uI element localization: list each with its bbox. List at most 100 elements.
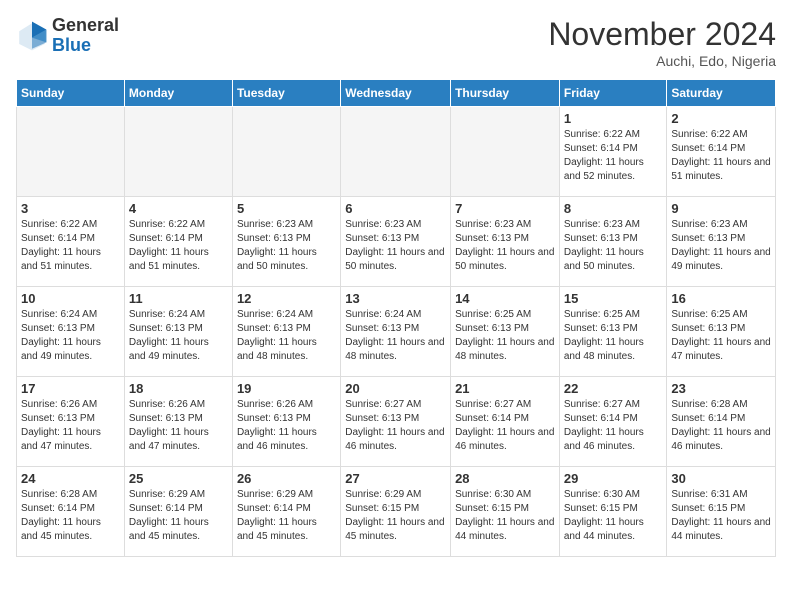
calendar-week-row: 10 Sunrise: 6:24 AMSunset: 6:13 PMDayligh… <box>17 287 776 377</box>
day-info: Sunrise: 6:27 AMSunset: 6:14 PMDaylight:… <box>455 398 555 454</box>
calendar-day-cell: 1 Sunrise: 6:22 AMSunset: 6:14 PMDaylight… <box>559 107 667 197</box>
day-number: 3 <box>21 201 120 216</box>
calendar-day-cell: 15 Sunrise: 6:25 AMSunset: 6:13 PMDayligh… <box>559 287 667 377</box>
calendar-day-cell: 22 Sunrise: 6:27 AMSunset: 6:14 PMDayligh… <box>559 377 667 467</box>
day-info: Sunrise: 6:23 AMSunset: 6:13 PMDaylight:… <box>455 218 555 274</box>
day-number: 13 <box>345 291 446 306</box>
day-number: 4 <box>129 201 228 216</box>
calendar-day-cell: 26Sunrise: 6:29 AMSunset: 6:14 PMDayligh… <box>232 467 340 557</box>
calendar-day-cell: 7 Sunrise: 6:23 AMSunset: 6:13 PMDaylight… <box>451 197 560 287</box>
day-number: 21 <box>455 381 555 396</box>
calendar-week-row: 3 Sunrise: 6:22 AMSunset: 6:14 PMDaylight… <box>17 197 776 287</box>
calendar-day-cell <box>341 107 451 197</box>
calendar-day-cell: 19 Sunrise: 6:26 AMSunset: 6:13 PMDayligh… <box>232 377 340 467</box>
calendar-day-cell: 29 Sunrise: 6:30 AMSunset: 6:15 PMDayligh… <box>559 467 667 557</box>
day-number: 11 <box>129 291 228 306</box>
day-info: Sunrise: 6:28 AMSunset: 6:14 PMDaylight:… <box>671 398 771 454</box>
calendar-day-cell <box>17 107 125 197</box>
day-info: Sunrise: 6:26 AMSunset: 6:13 PMDaylight:… <box>129 398 228 454</box>
calendar-day-cell <box>124 107 232 197</box>
calendar-day-cell <box>232 107 340 197</box>
day-info: Sunrise: 6:31 AMSunset: 6:15 PMDaylight:… <box>671 488 771 544</box>
day-number: 27 <box>345 471 446 486</box>
calendar-day-cell: 24Sunrise: 6:28 AMSunset: 6:14 PMDayligh… <box>17 467 125 557</box>
calendar-day-header: Sunday <box>17 80 125 107</box>
page-header: General Blue November 2024 Auchi, Edo, N… <box>16 16 776 69</box>
day-number: 10 <box>21 291 120 306</box>
day-info: Sunrise: 6:27 AMSunset: 6:13 PMDaylight:… <box>345 398 446 454</box>
day-info: Sunrise: 6:25 AMSunset: 6:13 PMDaylight:… <box>455 308 555 364</box>
logo-icon <box>16 20 48 52</box>
day-number: 18 <box>129 381 228 396</box>
day-number: 26 <box>237 471 336 486</box>
calendar-header-row: SundayMondayTuesdayWednesdayThursdayFrid… <box>17 80 776 107</box>
calendar-day-header: Tuesday <box>232 80 340 107</box>
day-info: Sunrise: 6:26 AMSunset: 6:13 PMDaylight:… <box>237 398 336 454</box>
calendar-day-cell: 8 Sunrise: 6:23 AMSunset: 6:13 PMDaylight… <box>559 197 667 287</box>
calendar-day-header: Thursday <box>451 80 560 107</box>
calendar-day-cell: 25Sunrise: 6:29 AMSunset: 6:14 PMDayligh… <box>124 467 232 557</box>
day-number: 29 <box>564 471 663 486</box>
calendar-table: SundayMondayTuesdayWednesdayThursdayFrid… <box>16 79 776 557</box>
day-number: 5 <box>237 201 336 216</box>
day-number: 9 <box>671 201 771 216</box>
day-info: Sunrise: 6:30 AMSunset: 6:15 PMDaylight:… <box>564 488 663 544</box>
day-number: 20 <box>345 381 446 396</box>
day-info: Sunrise: 6:27 AMSunset: 6:14 PMDaylight:… <box>564 398 663 454</box>
day-number: 15 <box>564 291 663 306</box>
day-info: Sunrise: 6:29 AMSunset: 6:14 PMDaylight:… <box>129 488 228 544</box>
calendar-week-row: 24Sunrise: 6:28 AMSunset: 6:14 PMDayligh… <box>17 467 776 557</box>
title-section: November 2024 Auchi, Edo, Nigeria <box>548 16 776 69</box>
day-info: Sunrise: 6:23 AMSunset: 6:13 PMDaylight:… <box>564 218 663 274</box>
calendar-day-cell: 17 Sunrise: 6:26 AMSunset: 6:13 PMDayligh… <box>17 377 125 467</box>
calendar-day-cell: 14Sunrise: 6:25 AMSunset: 6:13 PMDayligh… <box>451 287 560 377</box>
calendar-day-cell: 12 Sunrise: 6:24 AMSunset: 6:13 PMDayligh… <box>232 287 340 377</box>
day-number: 19 <box>237 381 336 396</box>
day-number: 28 <box>455 471 555 486</box>
day-number: 8 <box>564 201 663 216</box>
calendar-day-cell: 30 Sunrise: 6:31 AMSunset: 6:15 PMDayligh… <box>667 467 776 557</box>
day-info: Sunrise: 6:25 AMSunset: 6:13 PMDaylight:… <box>564 308 663 364</box>
calendar-day-cell: 6 Sunrise: 6:23 AMSunset: 6:13 PMDaylight… <box>341 197 451 287</box>
logo-text: General Blue <box>52 16 119 56</box>
day-info: Sunrise: 6:26 AMSunset: 6:13 PMDaylight:… <box>21 398 120 454</box>
month-title: November 2024 <box>548 16 776 53</box>
calendar-day-cell <box>451 107 560 197</box>
calendar-day-cell: 13 Sunrise: 6:24 AMSunset: 6:13 PMDayligh… <box>341 287 451 377</box>
day-number: 22 <box>564 381 663 396</box>
day-number: 12 <box>237 291 336 306</box>
calendar-day-cell: 20 Sunrise: 6:27 AMSunset: 6:13 PMDayligh… <box>341 377 451 467</box>
calendar-day-header: Saturday <box>667 80 776 107</box>
day-number: 1 <box>564 111 663 126</box>
calendar-day-cell: 9Sunrise: 6:23 AMSunset: 6:13 PMDaylight… <box>667 197 776 287</box>
day-number: 16 <box>671 291 771 306</box>
calendar-day-header: Wednesday <box>341 80 451 107</box>
day-info: Sunrise: 6:22 AMSunset: 6:14 PMDaylight:… <box>564 128 663 184</box>
day-info: Sunrise: 6:24 AMSunset: 6:13 PMDaylight:… <box>129 308 228 364</box>
day-info: Sunrise: 6:25 AMSunset: 6:13 PMDaylight:… <box>671 308 771 364</box>
calendar-day-cell: 28 Sunrise: 6:30 AMSunset: 6:15 PMDayligh… <box>451 467 560 557</box>
day-number: 23 <box>671 381 771 396</box>
day-info: Sunrise: 6:22 AMSunset: 6:14 PMDaylight:… <box>21 218 120 274</box>
day-info: Sunrise: 6:24 AMSunset: 6:13 PMDaylight:… <box>21 308 120 364</box>
day-info: Sunrise: 6:24 AMSunset: 6:13 PMDaylight:… <box>237 308 336 364</box>
calendar-day-cell: 5Sunrise: 6:23 AMSunset: 6:13 PMDaylight… <box>232 197 340 287</box>
day-info: Sunrise: 6:30 AMSunset: 6:15 PMDaylight:… <box>455 488 555 544</box>
day-info: Sunrise: 6:24 AMSunset: 6:13 PMDaylight:… <box>345 308 446 364</box>
calendar-day-cell: 4Sunrise: 6:22 AMSunset: 6:14 PMDaylight… <box>124 197 232 287</box>
location: Auchi, Edo, Nigeria <box>548 53 776 69</box>
calendar-day-cell: 16 Sunrise: 6:25 AMSunset: 6:13 PMDayligh… <box>667 287 776 377</box>
day-info: Sunrise: 6:28 AMSunset: 6:14 PMDaylight:… <box>21 488 120 544</box>
day-number: 30 <box>671 471 771 486</box>
day-info: Sunrise: 6:23 AMSunset: 6:13 PMDaylight:… <box>345 218 446 274</box>
calendar-day-cell: 18 Sunrise: 6:26 AMSunset: 6:13 PMDayligh… <box>124 377 232 467</box>
calendar-day-cell: 21 Sunrise: 6:27 AMSunset: 6:14 PMDayligh… <box>451 377 560 467</box>
day-info: Sunrise: 6:22 AMSunset: 6:14 PMDaylight:… <box>671 128 771 184</box>
day-number: 17 <box>21 381 120 396</box>
day-number: 7 <box>455 201 555 216</box>
calendar-day-cell: 3 Sunrise: 6:22 AMSunset: 6:14 PMDaylight… <box>17 197 125 287</box>
calendar-day-header: Monday <box>124 80 232 107</box>
calendar-day-header: Friday <box>559 80 667 107</box>
calendar-day-cell: 23 Sunrise: 6:28 AMSunset: 6:14 PMDayligh… <box>667 377 776 467</box>
day-number: 6 <box>345 201 446 216</box>
